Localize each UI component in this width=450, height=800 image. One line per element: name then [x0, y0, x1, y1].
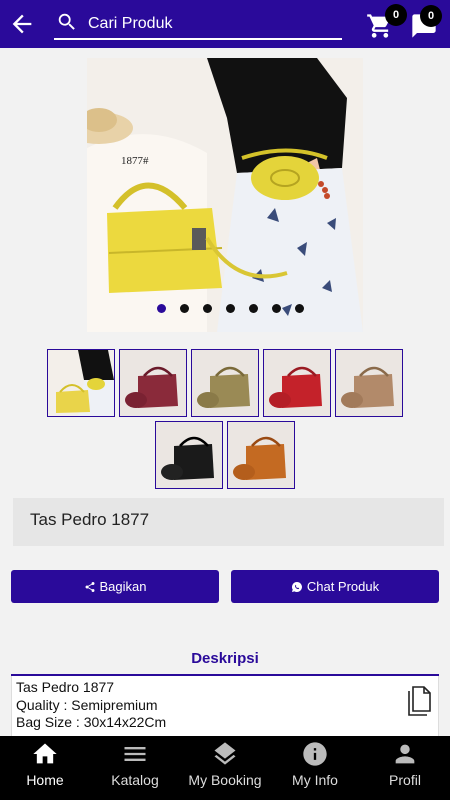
carousel-dot-5[interactable]: [249, 304, 258, 313]
cart-count-badge: 0: [385, 4, 407, 26]
share-icon: [84, 581, 95, 592]
thumbnail-6[interactable]: [155, 421, 223, 489]
nav-profil-label: Profil: [389, 772, 421, 788]
chat-product-button[interactable]: Chat Produk: [231, 570, 439, 603]
thumbnail-1[interactable]: [47, 349, 115, 417]
description-heading: Deskripsi: [191, 650, 259, 667]
share-button[interactable]: Bagikan: [11, 570, 219, 603]
nav-katalog[interactable]: Katalog: [90, 736, 180, 800]
carousel-dot-4[interactable]: [226, 304, 235, 313]
carousel-dot-7[interactable]: [295, 304, 304, 313]
nav-my-info-label: My Info: [292, 772, 338, 788]
document-copy-icon: [408, 686, 431, 716]
nav-home-label: Home: [26, 772, 64, 788]
search-icon: [58, 13, 75, 30]
layers-icon: [211, 740, 239, 768]
nav-home[interactable]: Home: [0, 736, 90, 800]
description-box: Tas Pedro 1877 Quality : Semipremium Bag…: [11, 676, 439, 736]
carousel-dot-1[interactable]: [157, 304, 166, 313]
info-icon: [301, 740, 329, 768]
bottom-navigation: Home Katalog My Booking My Info Profil: [0, 736, 450, 800]
menu-icon: [121, 740, 149, 768]
thumbnail-2[interactable]: [119, 349, 187, 417]
thumbnail-image: [156, 422, 222, 488]
copy-button[interactable]: [407, 686, 431, 716]
thumbnail-4[interactable]: [263, 349, 331, 417]
nav-katalog-label: Katalog: [111, 772, 159, 788]
thumbnail-image: [120, 350, 186, 416]
thumbnail-3[interactable]: [191, 349, 259, 417]
share-button-label: Bagikan: [99, 579, 147, 594]
arrow-left-icon: [12, 14, 32, 34]
whatsapp-icon: [291, 581, 302, 592]
nav-my-booking[interactable]: My Booking: [180, 736, 270, 800]
product-title-card: Tas Pedro 1877: [13, 498, 444, 546]
back-button[interactable]: [8, 10, 36, 38]
carousel-dot-6[interactable]: [272, 304, 281, 313]
chat-count-badge: 0: [420, 5, 442, 27]
thumbnail-image: [264, 350, 330, 416]
carousel-dot-2[interactable]: [180, 304, 189, 313]
nav-profil[interactable]: Profil: [360, 736, 450, 800]
search-input[interactable]: [88, 12, 328, 36]
thumbnail-image: [228, 422, 294, 488]
image-code-label: 1877#: [121, 155, 149, 167]
thumbnail-image: [48, 350, 114, 416]
thumbnail-5[interactable]: [335, 349, 403, 417]
product-image-carousel[interactable]: 1877#: [87, 58, 363, 332]
nav-my-booking-label: My Booking: [188, 772, 262, 788]
person-icon: [391, 740, 419, 768]
carousel-dot-3[interactable]: [203, 304, 212, 313]
chat-product-button-label: Chat Produk: [306, 579, 380, 594]
home-icon: [31, 740, 59, 768]
thumbnail-image: [192, 350, 258, 416]
carousel-indicators: [155, 304, 315, 314]
product-title: Tas Pedro 1877: [30, 510, 150, 529]
thumbnail-7[interactable]: [227, 421, 295, 489]
product-detail-screen: 0 0: [0, 0, 450, 800]
thumbnail-image: [336, 350, 402, 416]
search-box[interactable]: [54, 8, 342, 40]
description-text: Tas Pedro 1877 Quality : Semipremium Bag…: [16, 679, 167, 730]
nav-my-info[interactable]: My Info: [270, 736, 360, 800]
app-header: 0 0: [0, 0, 450, 48]
product-photo: [87, 58, 363, 332]
